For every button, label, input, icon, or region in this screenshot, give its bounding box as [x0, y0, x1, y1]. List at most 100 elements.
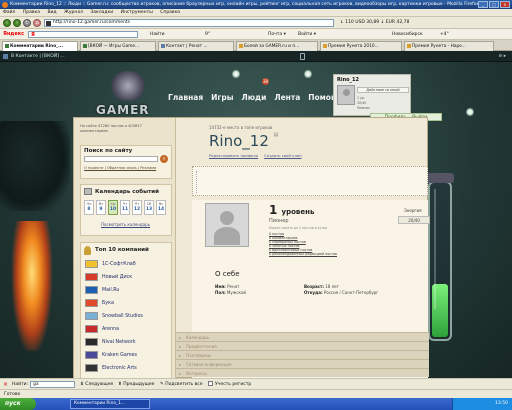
yandex-logo[interactable]: Яндекс — [3, 31, 24, 37]
user-avatar[interactable] — [337, 85, 355, 105]
reload-icon[interactable]: ↻ — [23, 19, 31, 27]
clock: 13:50 — [495, 401, 508, 406]
yandex-find-button[interactable]: Найти — [150, 31, 165, 38]
create-clan-link[interactable]: Создать свой клан — [264, 153, 301, 158]
company-name: Electronic Arts — [102, 366, 137, 371]
minimize-button[interactable]: _ — [478, 1, 488, 8]
back-arrow-icon[interactable]: ‹ — [3, 19, 11, 27]
top-companies-title: Топ 10 компаний — [95, 247, 149, 253]
calendar-day[interactable]: Вт 9 — [96, 200, 106, 215]
menu-edit[interactable]: Правка — [23, 10, 40, 15]
company-item[interactable]: Новый Диск — [85, 272, 171, 283]
tab-gamer-vote[interactable]: Болей за GAMER.ru и п... — [236, 41, 318, 51]
start-button[interactable]: пуск — [0, 398, 36, 410]
taskbar-item-firefox[interactable]: Комментарии Rino_1... — [70, 399, 150, 409]
yandex-city[interactable]: Новосибирск — [392, 31, 423, 38]
tab-favicon-icon — [322, 44, 327, 48]
company-item[interactable]: Mail.Ru — [85, 285, 171, 296]
tab-favicon-icon — [406, 44, 411, 48]
level-display: 1 уровень — [269, 203, 314, 217]
yandex-login[interactable]: Войти ▾ — [298, 31, 316, 38]
menu-history[interactable]: Журнал — [64, 10, 83, 15]
company-item[interactable]: Electronic Arts — [85, 363, 171, 374]
user-name[interactable]: Rino_12 — [337, 77, 359, 83]
calendar-day[interactable]: Вс 14 — [156, 200, 166, 215]
calendar-date: 11 — [121, 207, 129, 212]
company-item[interactable]: 1С-СофтКлаб — [85, 259, 171, 270]
vk-bar-controls[interactable]: ≡ ▸ — [499, 51, 506, 62]
stat-recommended[interactable]: 0 рекомендованных редакцией постов — [269, 252, 337, 256]
yandex-mail[interactable]: Почта ▾ — [268, 31, 286, 38]
menu-tools[interactable]: Инструменты — [121, 10, 153, 15]
view-calendar-link[interactable]: Посмотреть календарь — [101, 222, 150, 227]
page-content: В Контакте | [ВКОЙ] ... ≡ ▸ GAMER Главна… — [0, 51, 512, 378]
edit-profile-link[interactable]: Редактировать профиль — [209, 153, 258, 158]
nav-people[interactable]: Люди — [242, 93, 267, 102]
notification-badge[interactable]: 38 — [262, 78, 269, 85]
info-location-label: Откуда: — [304, 289, 323, 295]
home-icon[interactable]: ⌂ — [33, 19, 41, 27]
vk-bar: В Контакте | [ВКОЙ] ... ≡ ▸ — [0, 51, 512, 62]
accordion-preferences[interactable]: Предпочтения — [176, 341, 429, 351]
menu-view[interactable]: Вид — [47, 10, 56, 15]
nav-feed[interactable]: Лента — [274, 93, 300, 102]
company-item[interactable]: Kraken Games — [85, 350, 171, 361]
nav-home[interactable]: Главная — [168, 93, 203, 102]
calendar-day[interactable]: Сб 13 — [144, 200, 154, 215]
tab-strip: Комментарии Rino_... [ВКОЙ — Игры Game..… — [0, 40, 512, 51]
search-submit-button[interactable]: » — [160, 155, 168, 163]
site-stats-note: На сайте 47280 постов и 405837 комментар… — [80, 124, 142, 133]
accordion-platforms[interactable]: Платформы — [176, 350, 429, 360]
tab-premia-2[interactable]: Премия Рунета - Наро... — [404, 41, 494, 51]
calendar-day[interactable]: Чт 11 — [120, 200, 130, 215]
accordion-network[interactable]: Сетевая информация — [176, 359, 429, 369]
site-search-box: Поиск по сайту » О проекте | Обратная св… — [80, 145, 172, 179]
menu-bookmarks[interactable]: Закладки — [90, 10, 113, 15]
tab-comments[interactable]: Комментарии Rino_... — [2, 41, 78, 51]
player-rank: 14732-е место в топе игроков — [209, 125, 273, 130]
calendar-day[interactable]: Пн 8 — [84, 200, 94, 215]
company-item[interactable]: Arenna — [85, 324, 171, 335]
accordion-interests[interactable]: Интересы — [176, 368, 429, 378]
site-search-input[interactable] — [84, 156, 158, 162]
calendar-day[interactable]: Ср 10 — [108, 200, 118, 215]
calendar-day[interactable]: Пт 12 — [132, 200, 142, 215]
document-icon[interactable]: ▤ — [274, 132, 279, 138]
navigation-toolbar: ‹ › ↻ ⌂ http://rino-12.gamer.ru/comments… — [0, 17, 512, 29]
vk-bar-text[interactable]: В Контакте | [ВКОЙ] ... — [11, 51, 65, 62]
tab-vkoi[interactable]: [ВКОЙ — Игры Game... — [80, 41, 156, 51]
yandex-weather[interactable]: 9° — [205, 31, 210, 38]
tab-vkontakte[interactable]: Контакт | Ренат ... — [158, 41, 234, 51]
calendar-weekday: Ср — [110, 202, 116, 206]
user-panel: Rino_12 Действие со мной 1 ур. 20/40 Пио… — [333, 74, 411, 116]
user-action-button[interactable]: Действие со мной — [357, 87, 409, 93]
forward-arrow-icon[interactable]: › — [13, 19, 21, 27]
address-bar[interactable]: http://rino-12.gamer.ru/comments — [44, 19, 334, 27]
accordion-calendar[interactable]: Календарь — [176, 332, 429, 342]
calendar-weekday: Пт — [134, 202, 140, 206]
lock-icon[interactable] — [300, 53, 305, 60]
top-companies: Топ 10 компаний 1С-СофтКлаб Новый Диск Mai… — [80, 242, 172, 378]
menu-file[interactable]: Файл — [3, 10, 15, 15]
search-links: О проекте | Обратная связь | Реклама — [84, 166, 170, 171]
user-energy: 20/40 — [357, 101, 367, 105]
find-close-icon[interactable]: × — [2, 381, 9, 388]
find-input[interactable]: ga — [30, 381, 75, 388]
about-links[interactable]: О проекте | Обратная связь | Реклама — [84, 166, 156, 170]
yandex-search-input[interactable]: Я — [28, 31, 138, 38]
company-item[interactable]: Nival Network — [85, 337, 171, 348]
user-level: 1 ур. — [357, 96, 365, 100]
nav-games[interactable]: Игры — [211, 93, 233, 102]
company-item[interactable]: Snowball Studios — [85, 311, 171, 322]
company-item[interactable]: Бука — [85, 298, 171, 309]
menu-help[interactable]: Справка — [160, 10, 180, 15]
tab-premia-1[interactable]: Премия Рунета 2010... — [320, 41, 402, 51]
lamp-icon — [232, 69, 240, 79]
maximize-button[interactable]: □ — [489, 1, 499, 8]
level-title: Пионер — [269, 218, 289, 224]
find-next-label: Следующее — [85, 382, 114, 387]
company-logo-icon — [85, 350, 98, 359]
vk-icon — [3, 54, 8, 59]
calendar-weekday: Чт — [122, 202, 128, 206]
close-button[interactable]: × — [500, 1, 510, 8]
